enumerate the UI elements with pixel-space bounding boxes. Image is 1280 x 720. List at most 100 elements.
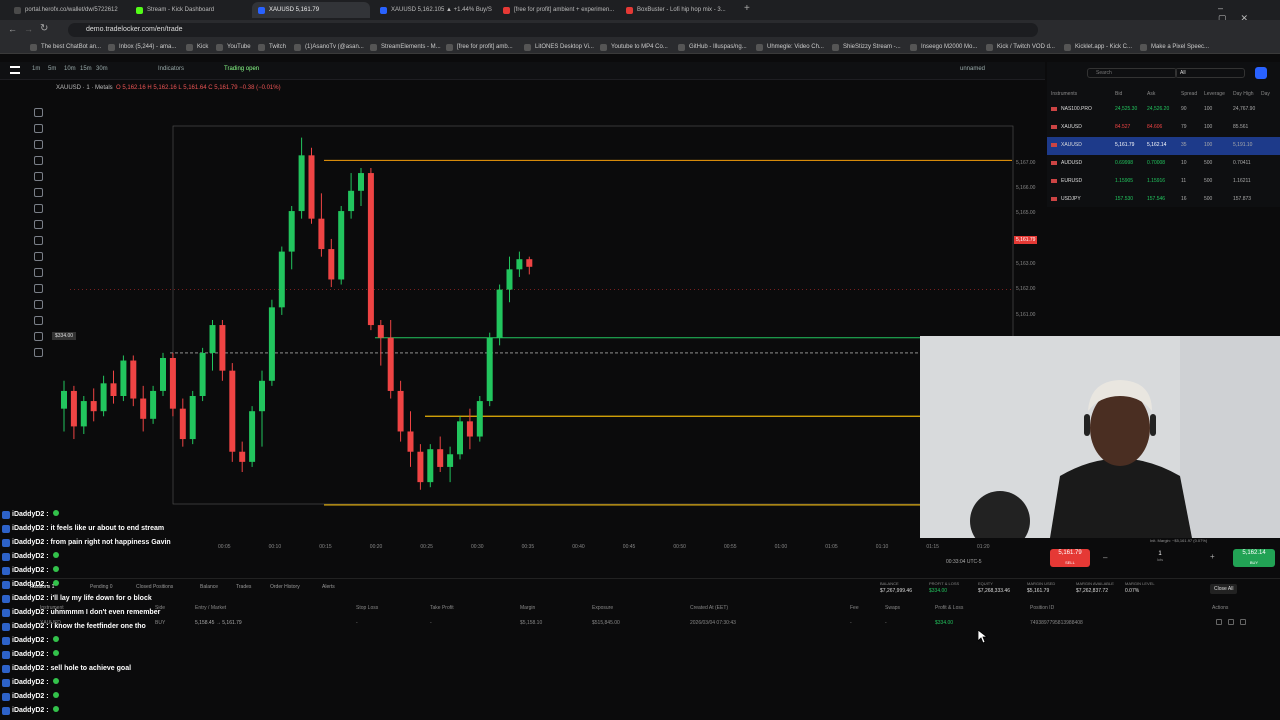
forward-icon[interactable]: → xyxy=(24,24,33,34)
timeframe-10m[interactable]: 10m xyxy=(64,66,76,72)
bookmark-item[interactable]: [free for profit] amb... xyxy=(446,42,513,52)
close-icon[interactable] xyxy=(1228,619,1234,625)
lots-increment[interactable]: + xyxy=(1210,552,1215,561)
watchlist-row[interactable]: USDJPY 157.530 157.546 16 500 157.873 xyxy=(1047,191,1280,209)
positions-column-header[interactable]: Actions xyxy=(1212,605,1228,611)
sell-button[interactable]: 5,161.79 SELL xyxy=(1050,549,1090,567)
positions-tab[interactable]: Trades xyxy=(236,584,251,590)
watchlist-column-header[interactable]: Spread xyxy=(1181,91,1197,97)
indicators-button[interactable]: Indicators xyxy=(158,66,184,72)
bookmark-item[interactable]: Youtube to MP4 Co... xyxy=(600,42,668,52)
positions-column-header[interactable]: Instrument xyxy=(40,605,64,611)
bookmark-item[interactable]: (1)AsanoTv (@asan... xyxy=(294,42,364,52)
watchlist-row[interactable]: NAS100.PRO 24,525.30 24,526.20 90 100 24,767.… xyxy=(1047,101,1280,119)
timeframe-1m[interactable]: 1m xyxy=(32,66,40,72)
watchlist-column-header[interactable]: Ask xyxy=(1147,91,1155,97)
drawing-tool-icon[interactable] xyxy=(34,332,43,341)
drawing-tool-icon[interactable] xyxy=(34,172,43,181)
watchlist-column-header[interactable]: Instruments xyxy=(1051,91,1077,97)
positions-column-header[interactable]: Profit & Loss xyxy=(935,605,963,611)
drawing-tool-icon[interactable] xyxy=(34,236,43,245)
watchlist-column-header[interactable]: Bid xyxy=(1115,91,1122,97)
positions-tab[interactable]: Closed Positions xyxy=(136,584,173,590)
watchlist-column-header[interactable]: Leverage xyxy=(1204,91,1225,97)
positions-tab[interactable]: Order History xyxy=(270,584,300,590)
bookmark-item[interactable]: GitHub - Illuspas/ng... xyxy=(678,42,747,52)
browser-tab-1[interactable]: Stream - Kick Dashboard xyxy=(130,2,248,18)
drawing-tool-icon[interactable] xyxy=(34,124,43,133)
bookmark-item[interactable]: YouTube xyxy=(216,42,251,52)
timeframe-15m[interactable]: 15m xyxy=(80,66,92,72)
menu-icon[interactable] xyxy=(10,66,20,74)
lots-decrement[interactable]: – xyxy=(1103,553,1107,562)
close-all-button[interactable]: Close All xyxy=(1210,584,1238,594)
positions-tab[interactable]: Balance xyxy=(200,584,218,590)
positions-tab[interactable]: Pending 0 xyxy=(90,584,113,590)
watchlist-search[interactable]: Search xyxy=(1087,68,1177,78)
browser-tab-0[interactable]: portal.herofx.co/wallet/dw/5722612 xyxy=(8,2,126,18)
watchlist-column-header[interactable]: Day xyxy=(1261,91,1270,97)
positions-column-header[interactable]: Fee xyxy=(850,605,859,611)
positions-column-header[interactable]: Stop Loss xyxy=(356,605,378,611)
positions-column-header[interactable]: Created At (EET) xyxy=(690,605,728,611)
bookmark-item[interactable]: Inseego M2000 Mo... xyxy=(910,42,977,52)
url-input[interactable]: demo.tradelocker.com/en/trade xyxy=(68,23,1038,37)
bookmark-item[interactable]: Kick / Twitch VOD d... xyxy=(986,42,1055,52)
bookmark-item[interactable]: Inbox (5,244) - ama... xyxy=(108,42,176,52)
watchlist-row[interactable]: AUDUSD 0.69998 0.70008 10 500 0.70411 xyxy=(1047,155,1280,173)
drawing-tool-icon[interactable] xyxy=(34,140,43,149)
drawing-tool-icon[interactable] xyxy=(34,156,43,165)
bookmark-item[interactable]: Make a Pixel Speec... xyxy=(1140,42,1209,52)
drawing-tool-icon[interactable] xyxy=(34,188,43,197)
bookmark-item[interactable]: Uhmegle: Video Ch... xyxy=(756,42,824,52)
drawing-tool-icon[interactable] xyxy=(34,252,43,261)
browser-tab-4[interactable]: [free for profit] ambient + experimen... xyxy=(497,2,615,18)
positions-column-header[interactable]: Margin xyxy=(520,605,535,611)
bookmark-item[interactable]: Twitch xyxy=(258,42,286,52)
browser-tab-3[interactable]: XAUUSD 5,162.105 ▲ +1.44% Buy/S... xyxy=(374,2,492,18)
back-icon[interactable]: ← xyxy=(8,24,17,34)
position-tag[interactable]: $334.00 xyxy=(52,332,77,340)
add-instrument-button[interactable] xyxy=(1255,67,1267,79)
positions-tab[interactable]: Positions 1 xyxy=(30,584,54,590)
layout-name[interactable]: unnamed xyxy=(960,66,985,72)
drawing-tool-icon[interactable] xyxy=(34,284,43,293)
bookmark-item[interactable]: LitONES Desktop Vi... xyxy=(524,42,594,52)
new-tab-button[interactable]: + xyxy=(744,3,750,14)
drawing-tool-icon[interactable] xyxy=(34,348,43,357)
timeframe-30m[interactable]: 30m xyxy=(96,66,108,72)
drawing-tool-icon[interactable] xyxy=(34,204,43,213)
timeframe-5m[interactable]: 5m xyxy=(48,66,56,72)
position-instrument[interactable]: XAUUSD xyxy=(40,620,61,626)
drawing-tool-icon[interactable] xyxy=(34,300,43,309)
positions-column-header[interactable]: Side xyxy=(155,605,165,611)
bookmark-item[interactable]: ShieStizzy Stream -... xyxy=(832,42,901,52)
more-icon[interactable] xyxy=(1240,619,1246,625)
watchlist-row[interactable]: XAUUSD 84.527 84.606 79 100 85.561 xyxy=(1047,119,1280,137)
buy-button[interactable]: 5,162.14 BUY xyxy=(1233,549,1275,567)
drawing-tool-icon[interactable] xyxy=(34,268,43,277)
watchlist-row[interactable]: XAUUSD 5,161.79 5,162.14 35 100 5,191.10 xyxy=(1047,137,1280,155)
positions-column-header[interactable]: Position ID xyxy=(1030,605,1054,611)
positions-column-header[interactable]: Entry / Market xyxy=(195,605,226,611)
watchlist-column-header[interactable]: Day High xyxy=(1233,91,1254,97)
positions-column-header[interactable]: Take Profit xyxy=(430,605,454,611)
bookmark-item[interactable]: Kicklet.app - Kick C... xyxy=(1064,42,1132,52)
drawing-tool-icon[interactable] xyxy=(34,220,43,229)
bookmark-item[interactable]: StreamElements - M... xyxy=(370,42,441,52)
browser-tab-5[interactable]: BoxBuster - Lofi hip hop mix - 3... xyxy=(620,2,738,18)
positions-column-header[interactable]: Exposure xyxy=(592,605,613,611)
bookmark-item[interactable]: The best ChatBot an... xyxy=(30,42,101,52)
price-chart[interactable] xyxy=(50,80,1040,560)
reload-icon[interactable]: ↻ xyxy=(40,23,48,34)
drawing-tool-icon[interactable] xyxy=(34,316,43,325)
watchlist-filter[interactable]: All xyxy=(1175,68,1245,78)
lots-input[interactable]: 1 lots xyxy=(1155,551,1165,563)
watchlist-row[interactable]: EURUSD 1.15905 1.15916 11 500 1.16211 xyxy=(1047,173,1280,191)
bookmark-item[interactable]: Kick xyxy=(186,42,208,52)
positions-tab[interactable]: Alerts xyxy=(322,584,335,590)
positions-column-header[interactable]: Swaps xyxy=(885,605,900,611)
edit-icon[interactable] xyxy=(1216,619,1222,625)
browser-tab-2[interactable]: XAUUSD 5,161.79 xyxy=(252,2,370,18)
drawing-tool-icon[interactable] xyxy=(34,108,43,117)
